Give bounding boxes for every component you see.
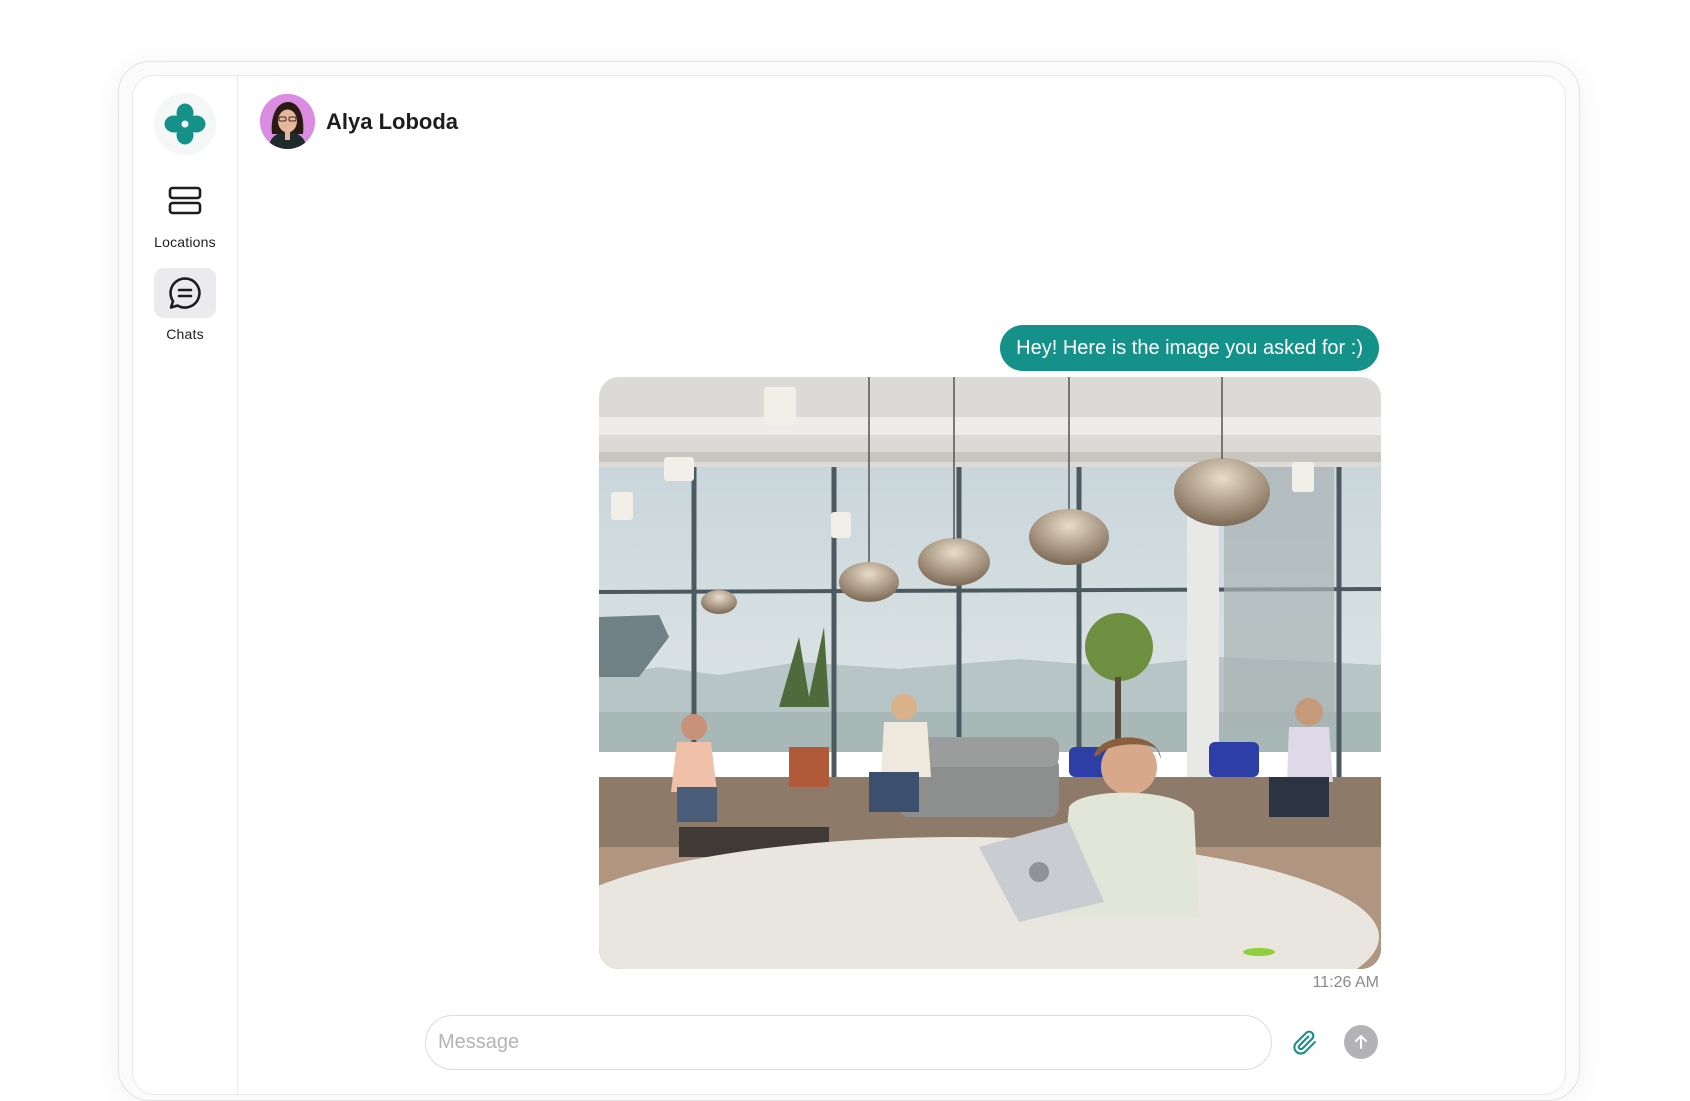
message-image[interactable]: [599, 377, 1381, 969]
message-composer: [425, 1015, 1272, 1070]
stacked-rows-icon: [168, 186, 202, 215]
attach-button[interactable]: [1288, 1026, 1322, 1060]
app-logo[interactable]: [154, 93, 216, 155]
locations-icon-wrap: [154, 176, 216, 226]
contact-name: Alya Loboda: [326, 108, 459, 134]
message-input[interactable]: [438, 1031, 1259, 1054]
chat-bubble-icon: [169, 277, 201, 309]
send-button[interactable]: [1344, 1025, 1378, 1059]
message-timestamp: 11:26 AM: [1312, 974, 1379, 991]
avatar[interactable]: [260, 94, 315, 149]
sidebar-item-label: Locations: [154, 234, 216, 250]
message-text: Hey! Here is the image you asked for :): [1016, 336, 1363, 359]
coworking-lounge-photo: [599, 377, 1381, 969]
chat-header: Alya Loboda: [260, 94, 458, 149]
sidebar-item-label: Chats: [166, 326, 204, 342]
paperclip-icon: [1293, 1030, 1316, 1055]
sidebar: Locations Chats: [133, 76, 238, 1094]
sidebar-item-chats[interactable]: Chats: [143, 268, 227, 342]
arrow-up-icon: [1355, 1035, 1367, 1049]
sidebar-item-locations[interactable]: Locations: [143, 176, 227, 250]
message-bubble[interactable]: Hey! Here is the image you asked for :): [1000, 325, 1379, 371]
avatar-portrait: [260, 94, 315, 149]
chats-icon-wrap: [154, 268, 216, 318]
clover-logo-icon: [164, 103, 206, 145]
app-window: Locations Chats Alya Loboda Hey! Here is…: [132, 75, 1566, 1095]
